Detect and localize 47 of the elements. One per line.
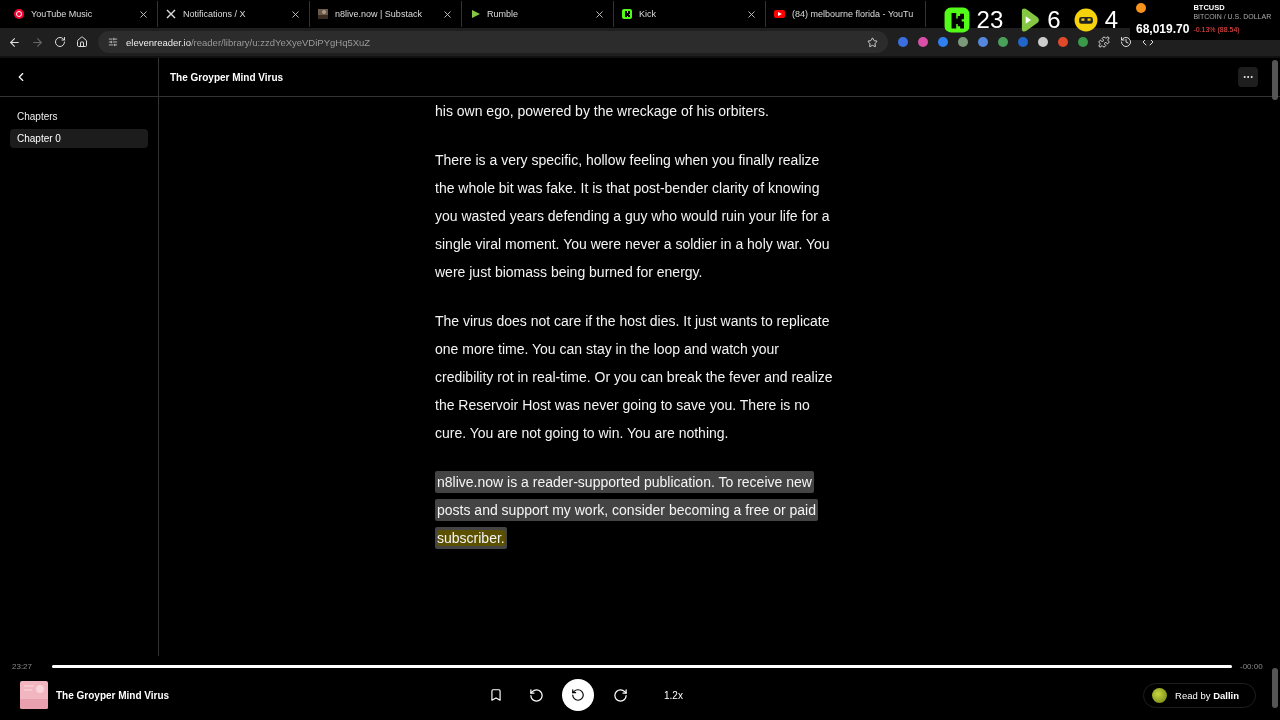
- close-icon[interactable]: [442, 8, 453, 20]
- browser-tab[interactable]: YouTube Music: [6, 1, 158, 27]
- close-icon[interactable]: [594, 8, 605, 20]
- back-icon[interactable]: [8, 35, 21, 49]
- replay-button[interactable]: [562, 679, 594, 711]
- elapsed-time: 23:27: [12, 661, 34, 671]
- play-logo-icon: [470, 9, 480, 19]
- article-paragraph: his own ego, powered by the wreckage of his orbiters.: [435, 102, 770, 121]
- rewind-icon: [528, 687, 544, 703]
- video-logo-icon: [774, 10, 785, 18]
- kick-logo-icon: [622, 9, 632, 19]
- home-icon[interactable]: [76, 36, 88, 48]
- address-field[interactable]: elevenreader.io/reader/library/u:zzdYeXyeVDiPYgHq5XuZ: [98, 31, 888, 53]
- book-title: The Groyper Mind Virus: [170, 71, 285, 83]
- music-logo-icon: [14, 9, 24, 19]
- remaining-time: -00:00: [1240, 661, 1264, 671]
- article-paragraph: The virus does not care if the host dies. It just wants to replicate one more time. You can stay in the loop and watch your credibility rot in real-time. Or you can break the fever and realize the Reservoir Host was never going to save you. There is no cure. You are not going to win. You are nothing.: [435, 312, 834, 443]
- viewer-count: 6: [1047, 6, 1061, 34]
- close-icon[interactable]: [746, 8, 757, 20]
- chapters-heading: Chapters: [16, 111, 59, 124]
- browser-tab[interactable]: (84) melbourne florida - YouTu: [766, 1, 926, 27]
- extensions-icon[interactable]: [1098, 36, 1110, 48]
- browser-tab[interactable]: Notifications / X: [158, 1, 310, 27]
- history-icon[interactable]: [1120, 36, 1132, 48]
- browser-tab[interactable]: Kick: [614, 1, 766, 27]
- site-settings-icon[interactable]: [108, 37, 118, 47]
- viewer-count: 23: [976, 6, 1004, 34]
- x-logo-icon: [166, 9, 176, 19]
- replay-icon: [571, 688, 585, 702]
- article-paragraph: There is a very specific, hollow feeling when you finally realize the whole bit was fake. It is that post-bender clarity of knowing you wasted years defending a guy who would ruin your life for a single viral moment. You were never a soldier in a holy war. You were just biomass being burned for energy.: [435, 151, 831, 282]
- forward-icon[interactable]: [31, 35, 44, 49]
- more-button[interactable]: [1238, 67, 1258, 87]
- reload-icon[interactable]: [54, 36, 66, 48]
- bookmark-icon: [489, 688, 503, 702]
- chapter-item[interactable]: Chapter 0: [10, 129, 148, 148]
- browser-tab[interactable]: n8live.now | Substack: [310, 1, 462, 27]
- player-title: The Groyper Mind Virus: [56, 689, 171, 701]
- browser-tab[interactable]: Rumble: [462, 1, 614, 27]
- narrator-avatar: [1152, 687, 1168, 703]
- speed-button[interactable]: 1.2x: [660, 685, 687, 705]
- forward-icon: [612, 687, 628, 703]
- viewer-count: 4: [1104, 6, 1118, 34]
- close-icon[interactable]: [290, 8, 301, 20]
- ticker-price: 68,019.70: [1136, 21, 1190, 37]
- bookmark-star-icon[interactable]: [867, 36, 878, 48]
- coin-icon: [1136, 3, 1146, 13]
- close-icon[interactable]: [138, 8, 149, 20]
